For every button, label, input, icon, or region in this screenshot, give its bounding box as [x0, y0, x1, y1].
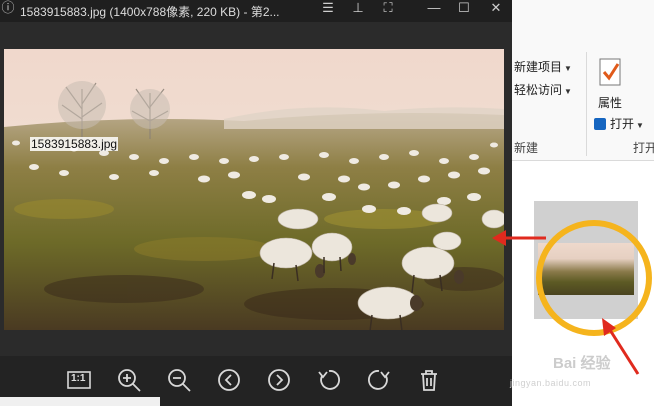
zoom-out-icon: [168, 369, 191, 392]
easy-access-label: 轻松访问: [514, 83, 563, 97]
open-app-icon: [594, 118, 606, 130]
photo-grazing-sheep: [4, 49, 504, 330]
group-open-label: 打开: [633, 141, 654, 155]
open-button[interactable]: 打开 ▼: [594, 115, 644, 132]
file-name-label[interactable]: 1583915883.jpg: [30, 137, 119, 151]
image-viewer-window: ⓘ 1583915883.jpg (1400x788像素, 220 KB) - …: [0, 0, 512, 406]
chevron-down-icon: ▼: [636, 121, 644, 130]
maximize-icon[interactable]: ☐: [452, 0, 476, 22]
new-item-label: 新建项目: [514, 60, 563, 74]
red-arrow-left-icon: [492, 230, 546, 246]
trash-icon: [421, 370, 437, 391]
group-new-label: 新建: [514, 141, 539, 155]
delete-button[interactable]: [415, 366, 443, 394]
actual-size-button[interactable]: 1:1: [65, 366, 93, 394]
zoom-in-button[interactable]: [115, 366, 143, 394]
previous-image-button[interactable]: [215, 366, 243, 394]
properties-button[interactable]: 属性: [598, 94, 622, 111]
watermark-url: jingyan.baidu.com: [510, 378, 592, 388]
ribbon: 新建项目 ▼ 轻松访问 ▼ 新建 属性 打开 ▼ 打开: [508, 0, 654, 161]
desktop-edge: [0, 397, 160, 406]
rotate-right-icon: [368, 370, 390, 390]
chevron-down-icon: ▼: [564, 64, 572, 73]
window-title: 1583915883.jpg (1400x788像素, 220 KB) - 第2…: [20, 5, 280, 19]
zoom-in-icon: [118, 369, 141, 392]
watermark-brand: Bai 经验: [553, 355, 611, 372]
chevron-right-icon: [268, 369, 290, 391]
fullscreen-icon[interactable]: ⛶: [376, 0, 400, 22]
ribbon-divider: [586, 52, 587, 156]
close-icon[interactable]: ✕: [484, 0, 508, 22]
chevron-down-icon: ▼: [564, 87, 572, 96]
pin-icon[interactable]: ⊥: [346, 0, 370, 22]
rotate-right-button[interactable]: [365, 366, 393, 394]
zoom-out-button[interactable]: [165, 366, 193, 394]
minimize-icon[interactable]: —: [422, 0, 446, 22]
rotate-left-button[interactable]: [315, 366, 343, 394]
next-image-button[interactable]: [265, 366, 293, 394]
title-bar: ⓘ 1583915883.jpg (1400x788像素, 220 KB) - …: [0, 0, 512, 22]
actual-size-label: 1:1: [71, 373, 86, 384]
info-icon[interactable]: ⓘ: [0, 0, 18, 22]
rotate-left-icon: [318, 370, 340, 390]
menu-icon[interactable]: ☰: [316, 0, 340, 22]
easy-access-menu[interactable]: 轻松访问 ▼: [514, 81, 572, 98]
open-label: 打开: [610, 117, 635, 131]
properties-icon[interactable]: [598, 58, 624, 91]
new-item-menu[interactable]: 新建项目 ▼: [514, 58, 572, 75]
image-canvas[interactable]: [0, 22, 512, 356]
chevron-left-icon: [218, 369, 240, 391]
